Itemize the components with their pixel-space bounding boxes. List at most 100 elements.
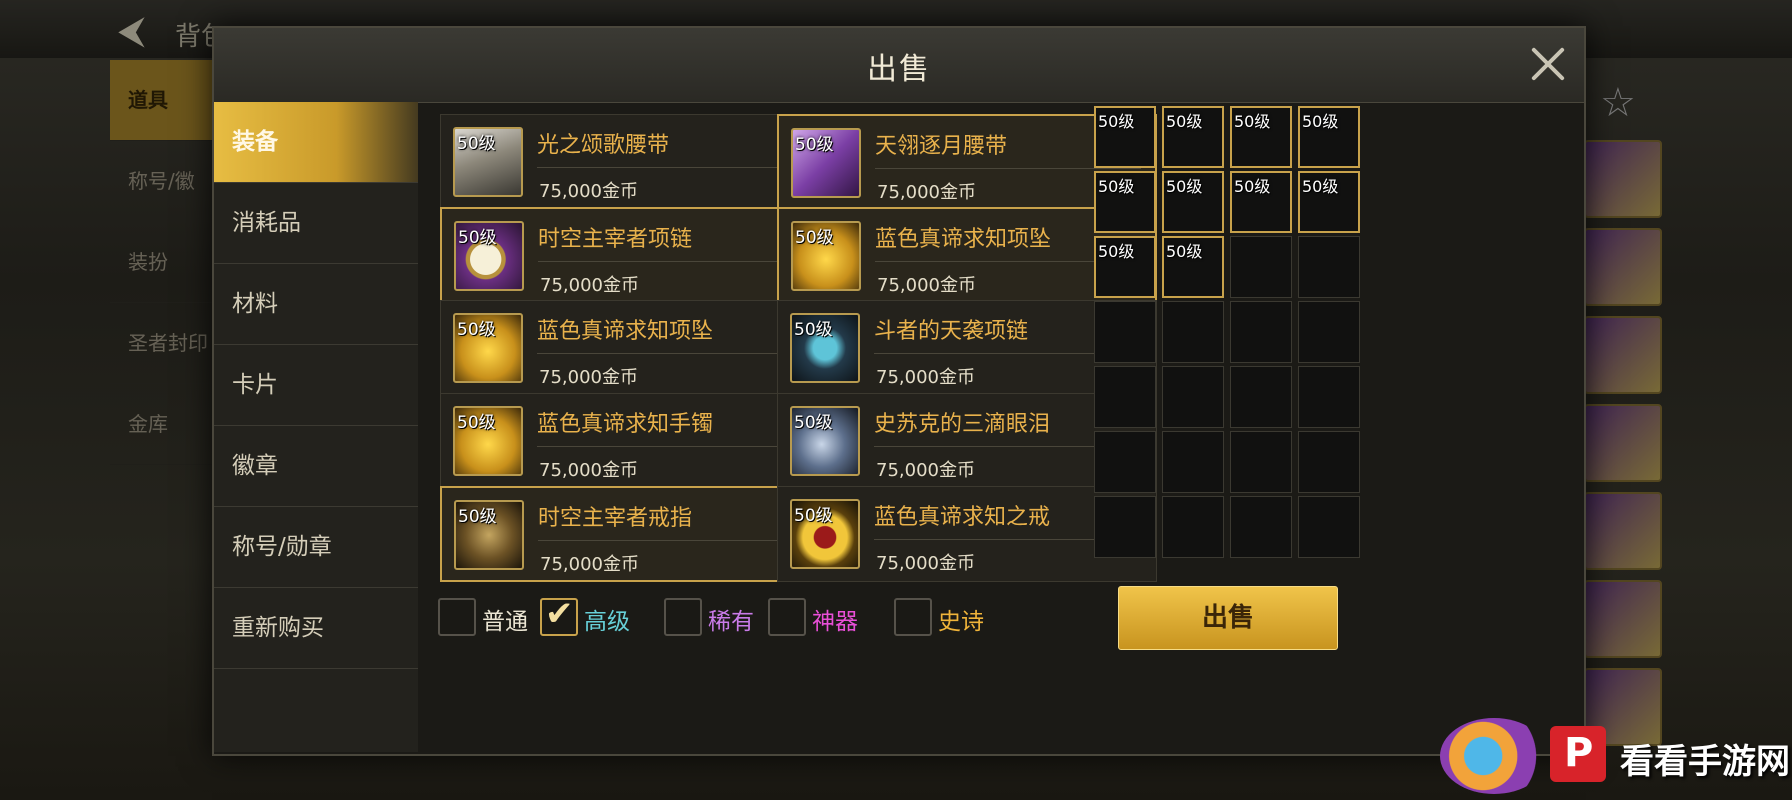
slot-level: 50级 xyxy=(1166,242,1203,261)
pants-icon[interactable]: 50级 xyxy=(1162,106,1224,168)
empty-slot[interactable] xyxy=(1162,431,1224,493)
slot-level: 50级 xyxy=(1302,177,1339,196)
item-level: 50级 xyxy=(457,413,496,433)
star-icon: ☆ xyxy=(1600,80,1636,126)
empty-slot[interactable] xyxy=(1094,431,1156,493)
empty-slot[interactable] xyxy=(1162,301,1224,363)
slot-level: 50级 xyxy=(1166,177,1203,196)
category-tab[interactable]: 材料 xyxy=(214,264,418,345)
item-divider xyxy=(537,446,805,447)
empty-slot[interactable] xyxy=(1230,236,1292,298)
item-name: 蓝色真谛求知项坠 xyxy=(537,319,714,344)
sell-button[interactable]: 出售 xyxy=(1118,586,1338,650)
clock-necklace-icon[interactable]: 50级 xyxy=(1162,171,1224,233)
item-price: 75,000金币 xyxy=(539,367,638,388)
category-tab[interactable]: 装备 xyxy=(214,102,418,183)
item-card[interactable]: 50级 时空主宰者戒指 75,000金币 xyxy=(440,486,820,582)
sash-icon[interactable]: 50级 xyxy=(1230,171,1292,233)
background-tab: 金库 xyxy=(110,384,220,465)
background-tab: 装扮 xyxy=(110,222,220,303)
sash-icon[interactable]: 50级 xyxy=(1230,106,1292,168)
item-divider xyxy=(537,353,805,354)
empty-slot[interactable] xyxy=(1230,366,1292,428)
item-name: 斗者的天袭项链 xyxy=(874,319,1029,344)
gold-bracelet-icon: 50级 xyxy=(453,406,523,476)
empty-slot[interactable] xyxy=(1094,366,1156,428)
category-tab[interactable]: 消耗品 xyxy=(214,183,418,264)
filter-label: 稀有 xyxy=(708,609,754,635)
boot-icon[interactable]: 50级 xyxy=(1094,236,1156,298)
item-level: 50级 xyxy=(457,320,496,340)
item-divider xyxy=(538,261,804,262)
filter-label: 普通 xyxy=(482,609,528,635)
filter-checkbox[interactable] xyxy=(540,594,578,636)
filter-label: 史诗 xyxy=(938,609,984,635)
item-price: 75,000金币 xyxy=(539,460,638,481)
empty-slot[interactable] xyxy=(1298,366,1360,428)
empty-slot[interactable] xyxy=(1298,301,1360,363)
item-level: 50级 xyxy=(795,228,834,248)
empty-slot[interactable] xyxy=(1298,236,1360,298)
empty-slot[interactable] xyxy=(1230,431,1292,493)
item-price: 75,000金币 xyxy=(876,367,975,388)
item-card[interactable]: 50级 光之颂歌腰带 75,000金币 xyxy=(440,114,820,210)
item-divider xyxy=(538,540,804,541)
belt-icon[interactable]: 50级 xyxy=(1298,106,1360,168)
belt-icon: 50级 xyxy=(453,127,523,197)
empty-slot[interactable] xyxy=(1094,496,1156,558)
item-card[interactable]: 50级 蓝色真谛求知项坠 75,000金币 xyxy=(440,300,820,396)
item-price: 75,000金币 xyxy=(877,275,976,296)
empty-slot[interactable] xyxy=(1162,496,1224,558)
slot-level: 50级 xyxy=(1234,177,1271,196)
filter-checkbox[interactable] xyxy=(768,598,806,636)
gold-pendant-icon: 50级 xyxy=(453,313,523,383)
item-name: 光之颂歌腰带 xyxy=(537,133,670,158)
background-tab: 圣者封印 xyxy=(110,303,220,384)
close-icon[interactable] xyxy=(1526,42,1570,86)
item-card[interactable]: 50级 蓝色真谛求知手镯 75,000金币 xyxy=(440,393,820,489)
item-price: 75,000金币 xyxy=(540,554,639,575)
filter-label: 神器 xyxy=(812,609,858,635)
item-price: 75,000金币 xyxy=(540,275,639,296)
clock-necklace-icon: 50级 xyxy=(454,221,524,291)
empty-slot[interactable] xyxy=(1230,301,1292,363)
gold-pendant-icon[interactable]: 50级 xyxy=(1162,236,1224,298)
empty-slot[interactable] xyxy=(1298,431,1360,493)
sash-icon: 50级 xyxy=(791,128,861,198)
item-price: 75,000金币 xyxy=(539,181,638,202)
slot-level: 50级 xyxy=(1166,112,1203,131)
category-tab[interactable]: 重新购买 xyxy=(214,588,418,669)
item-level: 50级 xyxy=(458,228,497,248)
item-level: 50级 xyxy=(794,413,833,433)
sell-dialog: 出售 装备 消耗品 材料 卡片 徽章 称号/勋章 重新购买 50级 光之颂歌腰带 75,000金… xyxy=(212,26,1586,756)
slot-level: 50级 xyxy=(1234,112,1271,131)
slot-level: 50级 xyxy=(1098,177,1135,196)
pants-icon[interactable]: 50级 xyxy=(1094,106,1156,168)
back-arrow-icon[interactable]: ⮜ xyxy=(118,8,145,53)
category-tab[interactable]: 卡片 xyxy=(214,345,418,426)
category-sidebar: 装备 消耗品 材料 卡片 徽章 称号/勋章 重新购买 xyxy=(214,102,418,752)
item-card[interactable]: 50级 时空主宰者项链 75,000金币 xyxy=(440,207,820,303)
empty-slot[interactable] xyxy=(1162,366,1224,428)
item-name: 蓝色真谛求知手镯 xyxy=(537,412,714,437)
category-tab[interactable]: 徽章 xyxy=(214,426,418,507)
item-price: 75,000金币 xyxy=(876,553,975,574)
category-tab[interactable]: 称号/勋章 xyxy=(214,507,418,588)
item-price: 75,000金币 xyxy=(876,460,975,481)
watermark-p-logo xyxy=(1550,726,1606,782)
filter-checkbox[interactable] xyxy=(664,598,702,636)
watermark: 看看手游网 xyxy=(1440,712,1792,800)
filter-checkbox[interactable] xyxy=(438,598,476,636)
empty-slot[interactable] xyxy=(1230,496,1292,558)
dark-ring-icon[interactable]: 50级 xyxy=(1094,171,1156,233)
empty-slot[interactable] xyxy=(1094,301,1156,363)
watermark-swirl-logo xyxy=(1440,718,1548,794)
background-tab: 称号/徽 xyxy=(110,141,220,222)
empty-slot[interactable] xyxy=(1298,496,1360,558)
boot-icon[interactable]: 50级 xyxy=(1298,171,1360,233)
mask-necklace-icon: 50级 xyxy=(790,313,860,383)
sell-slots-grid: 50级 50级 50级 50级 50级 50级 50级 50级 50级 50级 xyxy=(1094,106,1364,576)
item-name: 蓝色真谛求知项坠 xyxy=(875,227,1052,252)
gold-pendant-icon: 50级 xyxy=(791,221,861,291)
filter-checkbox[interactable] xyxy=(894,598,932,636)
